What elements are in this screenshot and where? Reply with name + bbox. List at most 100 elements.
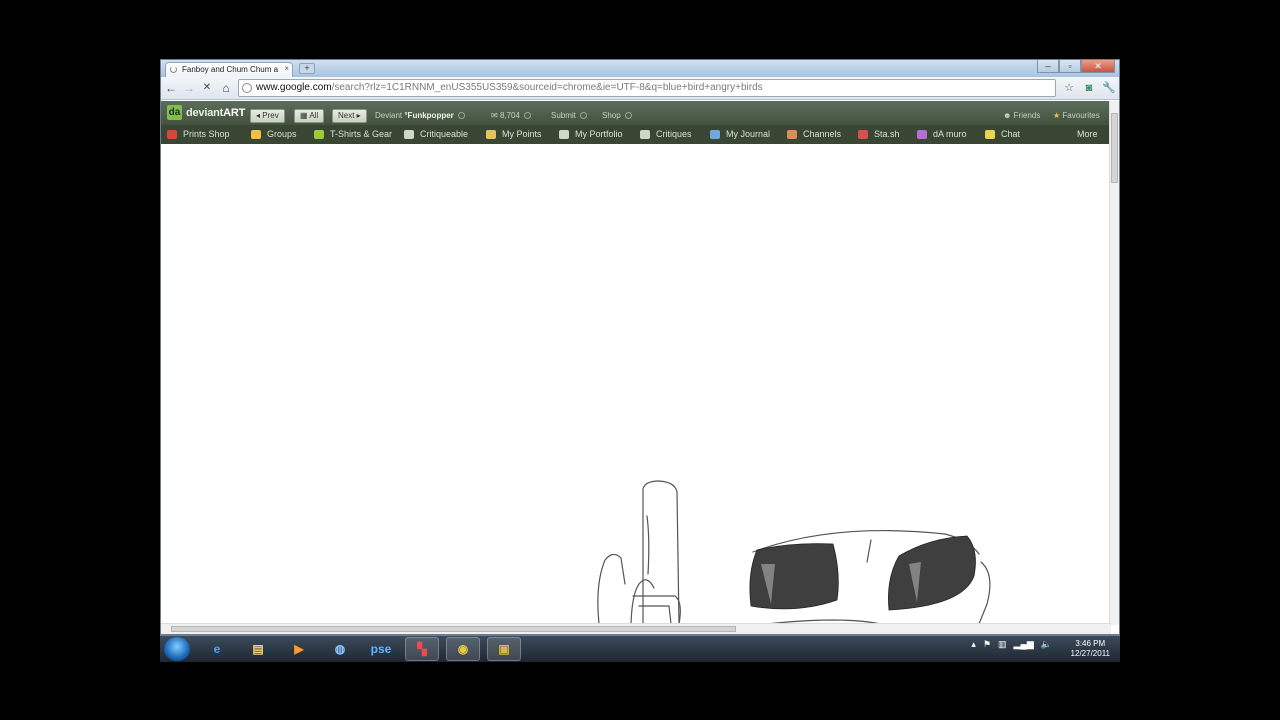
maximize-button[interactable]: ▫ bbox=[1059, 60, 1081, 73]
menu-item-icon bbox=[858, 129, 868, 139]
menu-item-icon bbox=[404, 129, 414, 139]
forward-button[interactable]: → bbox=[181, 80, 197, 96]
taskbar: e ▤ ▶ ◍ pse ▚ ◉ ▣ ▴ ⚑ ▥ ▂▄▆ 🔈 3:46 PM 12/27/2011 bbox=[160, 635, 1120, 662]
friends-link[interactable]: ☻ Friends bbox=[1003, 111, 1040, 120]
browser-toolbar: ← → ✕ ⌂ www.google.com/search?rlz=1C1RNN… bbox=[161, 77, 1119, 100]
recorder-icon[interactable]: ▣ bbox=[487, 637, 521, 661]
menu-item-label: My Points bbox=[502, 129, 542, 139]
media-player-icon[interactable]: ▶ bbox=[282, 637, 316, 661]
deviant-menu[interactable]: Deviant °Funkpopper bbox=[375, 111, 465, 120]
prev-button[interactable]: ◂ Prev bbox=[250, 109, 285, 123]
menu-item-label: dA muro bbox=[933, 129, 967, 139]
menu-item-label: Sta.sh bbox=[874, 129, 900, 139]
menu-item-icon bbox=[985, 129, 995, 139]
dropdown-icon bbox=[579, 112, 587, 119]
close-button[interactable]: ✕ bbox=[1081, 60, 1115, 73]
message-count: 8,704 bbox=[499, 111, 520, 120]
home-button[interactable]: ⌂ bbox=[218, 80, 234, 96]
more-menu[interactable]: More bbox=[1077, 129, 1098, 139]
tab-title: Fanboy and Chum Chum a bbox=[182, 65, 279, 74]
vertical-scroll-thumb[interactable] bbox=[1111, 113, 1118, 183]
back-button[interactable]: ← bbox=[163, 80, 179, 96]
shop-menu[interactable]: Shop bbox=[602, 111, 632, 120]
extension-icon[interactable]: ◙ bbox=[1081, 80, 1097, 96]
submit-menu[interactable]: Submit bbox=[551, 111, 587, 120]
system-tray: ▴ ⚑ ▥ ▂▄▆ 🔈 bbox=[971, 639, 1052, 650]
menu-item-critiqueable[interactable]: Critiqueable bbox=[404, 129, 468, 139]
star-icon[interactable]: ☆ bbox=[1061, 80, 1077, 96]
clock-date: 12/27/2011 bbox=[1070, 649, 1110, 658]
all-button[interactable]: ▦ All bbox=[294, 109, 325, 123]
minimize-button[interactable]: – bbox=[1037, 60, 1059, 73]
ie-icon[interactable]: e bbox=[200, 637, 234, 661]
menu-item-chat[interactable]: Chat bbox=[985, 129, 1020, 139]
dropdown-icon bbox=[457, 112, 465, 119]
clock[interactable]: 3:46 PM 12/27/2011 bbox=[1071, 639, 1110, 659]
menu-item-label: Critiques bbox=[656, 129, 692, 139]
menu-item-icon bbox=[640, 129, 650, 139]
title-bar: Fanboy and Chum Chum a × + – ▫ ✕ bbox=[161, 60, 1119, 77]
dropdown-icon bbox=[523, 112, 531, 119]
browser-tab[interactable]: Fanboy and Chum Chum a × bbox=[165, 62, 293, 77]
volume-icon[interactable]: 🔈 bbox=[1041, 639, 1052, 650]
clock-time: 3:46 PM bbox=[1075, 639, 1106, 648]
deviantart-logo-icon: da bbox=[167, 105, 182, 120]
deviantart-logo[interactable]: da deviantART bbox=[167, 105, 245, 120]
page-content bbox=[161, 144, 1111, 623]
menu-item-groups[interactable]: Groups bbox=[251, 129, 297, 139]
menu-item-my-points[interactable]: My Points bbox=[486, 129, 542, 139]
color-app-icon[interactable]: ▚ bbox=[405, 637, 439, 661]
deviantart-menu-bar: Prints Shop Groups T-Shirts & Gear Critique… bbox=[161, 125, 1111, 144]
menu-item-icon bbox=[167, 129, 177, 139]
menu-item-icon bbox=[314, 129, 324, 139]
stop-button[interactable]: ✕ bbox=[199, 80, 215, 96]
window-controls: – ▫ ✕ bbox=[1037, 60, 1115, 74]
menu-item-da-muro[interactable]: dA muro bbox=[917, 129, 967, 139]
menu-item-icon bbox=[787, 129, 797, 139]
menu-item-label: Channels bbox=[803, 129, 842, 139]
messages-menu[interactable]: ✉ 8,704 bbox=[491, 111, 531, 120]
menu-item-my-portfolio[interactable]: My Portfolio bbox=[559, 129, 623, 139]
menu-item-my-journal[interactable]: My Journal bbox=[710, 129, 770, 139]
menu-item-icon bbox=[917, 129, 927, 139]
paint-icon[interactable]: ◍ bbox=[323, 637, 357, 661]
network-signal-icon[interactable]: ▂▄▆ bbox=[1014, 639, 1034, 650]
start-button[interactable] bbox=[164, 637, 190, 661]
address-bar[interactable]: www.google.com/search?rlz=1C1RNNM_enUS35… bbox=[238, 79, 1056, 97]
url-host: www.google.com bbox=[256, 82, 332, 93]
vertical-scrollbar[interactable] bbox=[1109, 101, 1119, 625]
new-tab-button[interactable]: + bbox=[299, 63, 315, 74]
show-hidden-icons-icon[interactable]: ▴ bbox=[971, 639, 976, 650]
menu-item-critiques[interactable]: Critiques bbox=[640, 129, 692, 139]
favourites-link[interactable]: ★ Favourites bbox=[1053, 111, 1100, 120]
globe-icon bbox=[242, 83, 252, 93]
menu-item-prints-shop[interactable]: Prints Shop bbox=[167, 129, 230, 139]
dropdown-icon bbox=[624, 112, 632, 119]
explorer-icon[interactable]: ▤ bbox=[241, 637, 275, 661]
menu-item-label: Critiqueable bbox=[420, 129, 469, 139]
url-path: /search?rlz=1C1RNNM_enUS355US359&sourcei… bbox=[331, 82, 763, 93]
loading-spinner-icon bbox=[170, 66, 177, 73]
chrome-window: Fanboy and Chum Chum a × + – ▫ ✕ ← → ✕ ⌂… bbox=[160, 59, 1120, 635]
menu-item-icon bbox=[559, 129, 569, 139]
menu-item-t-shirts-gear[interactable]: T-Shirts & Gear bbox=[314, 129, 392, 139]
tab-close-icon[interactable]: × bbox=[284, 64, 289, 73]
menu-item-label: Chat bbox=[1001, 129, 1021, 139]
horizontal-scrollbar[interactable] bbox=[161, 623, 1111, 634]
desktop: Fanboy and Chum Chum a × + – ▫ ✕ ← → ✕ ⌂… bbox=[0, 0, 1280, 720]
menu-item-channels[interactable]: Channels bbox=[787, 129, 841, 139]
horizontal-scroll-thumb[interactable] bbox=[171, 626, 736, 632]
menu-item-label: My Portfolio bbox=[575, 129, 623, 139]
action-center-flag-icon[interactable]: ⚑ bbox=[983, 639, 991, 650]
next-button[interactable]: Next ▸ bbox=[332, 109, 367, 123]
menu-item-sta-sh[interactable]: Sta.sh bbox=[858, 129, 900, 139]
deviantart-navbar: da deviantART ◂ Prev ▦ All Next ▸ Devian… bbox=[161, 101, 1111, 125]
photoshop-elements-icon[interactable]: pse bbox=[364, 637, 398, 661]
menu-item-icon bbox=[710, 129, 720, 139]
chrome-icon[interactable]: ◉ bbox=[446, 637, 480, 661]
menu-item-label: My Journal bbox=[726, 129, 771, 139]
device-icon[interactable]: ▥ bbox=[998, 639, 1007, 650]
deviantart-wordmark: deviantART bbox=[186, 106, 246, 119]
wrench-icon[interactable]: 🔧 bbox=[1101, 80, 1117, 96]
menu-item-label: Groups bbox=[267, 129, 297, 139]
